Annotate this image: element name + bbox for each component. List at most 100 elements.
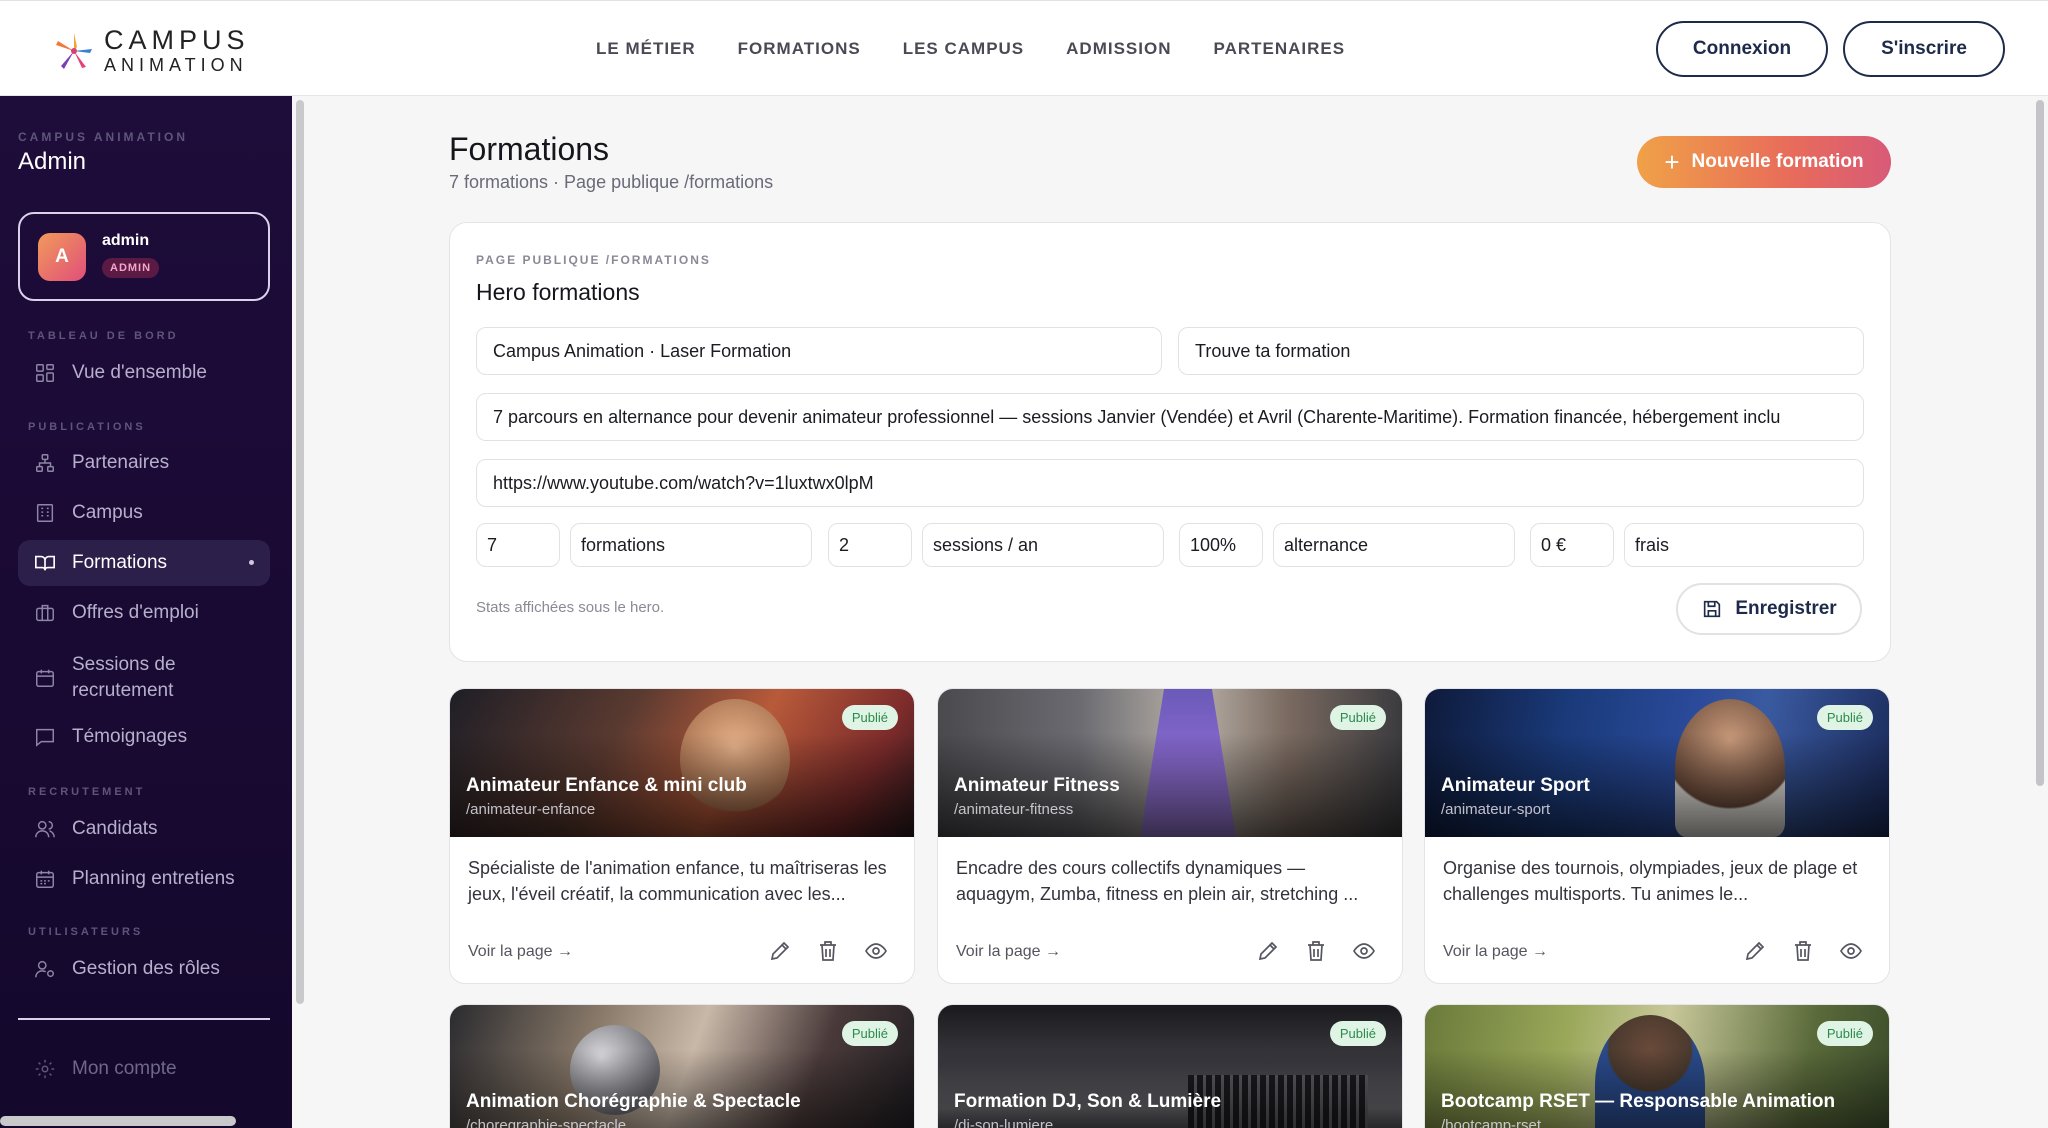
signup-button[interactable]: S'inscrire	[1843, 21, 2005, 77]
stat-4-label-input[interactable]: frais	[1624, 523, 1864, 567]
new-formation-button[interactable]: + Nouvelle formation	[1637, 136, 1891, 188]
sidebar-item-label: Formations	[72, 552, 168, 573]
hero-caption: PAGE PUBLIQUE /FORMATIONS	[476, 253, 711, 267]
sidebar-item-campus[interactable]: Campus	[18, 490, 270, 536]
gear-icon	[35, 1059, 55, 1079]
trash-icon[interactable]	[816, 939, 840, 963]
nav-link-formations[interactable]: FORMATIONS	[738, 39, 861, 59]
formation-title: Animateur Fitness	[954, 775, 1120, 796]
save-label: Enregistrer	[1735, 598, 1837, 619]
sidebar-scrollbar[interactable]	[296, 100, 304, 1004]
brand-logo[interactable]: CAMPUS ANIMATION	[52, 27, 250, 74]
formation-card[interactable]: Publié Animateur Sport /animateur-sport …	[1424, 688, 1890, 984]
formation-description: Encadre des cours collectifs dynamiques …	[956, 858, 1359, 904]
briefcase-icon	[36, 604, 54, 622]
horizontal-scrollbar[interactable]	[0, 1116, 236, 1126]
user-cog-icon	[35, 960, 54, 978]
login-button[interactable]: Connexion	[1656, 21, 1828, 77]
stats-note: Stats affichées sous le hero.	[476, 599, 665, 616]
stat-2-label-input[interactable]: sessions / an	[922, 523, 1164, 567]
description-input[interactable]: 7 parcours en alternance pour devenir an…	[476, 393, 1864, 441]
headline-input[interactable]: Trouve ta formation	[1178, 327, 1864, 375]
view-page-link[interactable]: Voir la page →	[1443, 943, 1548, 961]
formation-slug: /bootcamp-rset	[1441, 1117, 1542, 1128]
formation-title: Animateur Sport	[1441, 775, 1590, 796]
active-indicator	[249, 560, 254, 565]
sidebar-item-formations[interactable]: Formations	[18, 540, 270, 586]
eye-icon[interactable]	[864, 939, 888, 963]
card-actions	[768, 939, 888, 963]
brand-name-line2: ANIMATION	[104, 55, 248, 75]
sidebar-item-planning[interactable]: Planning entretiens	[18, 856, 270, 902]
section-publications: PUBLICATIONS	[28, 421, 146, 433]
pencil-icon[interactable]	[768, 939, 792, 963]
formation-title: Animation Chorégraphie & Spectacle	[466, 1091, 801, 1112]
formation-card[interactable]: Publié Bootcamp RSET — Responsable Anima…	[1424, 1004, 1890, 1128]
formation-title: Formation DJ, Son & Lumière	[954, 1091, 1222, 1112]
sidebar-item-label: Campus	[72, 502, 143, 523]
admin-sidebar: CAMPUS ANIMATION Admin A admin ADMIN TAB…	[0, 96, 292, 1128]
top-navbar: CAMPUS ANIMATION LE MÉTIER FORMATIONS LE…	[0, 0, 2048, 96]
sidebar-item-roles[interactable]: Gestion des rôles	[18, 946, 270, 992]
user-card[interactable]: A admin ADMIN	[18, 212, 270, 301]
main-scrollbar[interactable]	[2036, 100, 2044, 786]
formation-slug: /dj-son-lumiere	[954, 1117, 1054, 1128]
formation-slug: /animateur-sport	[1441, 801, 1551, 818]
nav-link-admission[interactable]: ADMISSION	[1066, 39, 1171, 59]
sidebar-item-label: Gestion des rôles	[72, 958, 220, 979]
sidebar-item-sessions[interactable]: Sessions de recrutement	[18, 646, 270, 710]
view-page-link[interactable]: Voir la page →	[468, 943, 573, 961]
eyebrow-input[interactable]: Campus Animation · Laser Formation	[476, 327, 1162, 375]
sidebar-item-account[interactable]: Mon compte	[18, 1046, 270, 1092]
section-users: UTILISATEURS	[28, 926, 144, 938]
sidebar-item-label: Mon compte	[72, 1058, 177, 1079]
sidebar-item-jobs[interactable]: Offres d'emploi	[18, 590, 270, 636]
section-recruitment: RECRUTEMENT	[28, 786, 146, 798]
formation-slug: /choregraphie-spectacle	[466, 1117, 627, 1128]
trash-icon[interactable]	[1304, 939, 1328, 963]
sidebar-item-partners[interactable]: Partenaires	[18, 440, 270, 486]
card-actions	[1256, 939, 1376, 963]
nav-link-partenaires[interactable]: PARTENAIRES	[1214, 39, 1346, 59]
hero-settings-card: PAGE PUBLIQUE /FORMATIONS Hero formation…	[449, 222, 1891, 662]
stat-1-label-input[interactable]: formations	[570, 523, 812, 567]
save-button[interactable]: Enregistrer	[1676, 583, 1862, 635]
stat-3-label-input[interactable]: alternance	[1273, 523, 1515, 567]
formation-card[interactable]: Publié Formation DJ, Son & Lumière /dj-s…	[937, 1004, 1403, 1128]
role-badge: ADMIN	[102, 258, 160, 278]
sidebar-item-label: Planning entretiens	[72, 868, 235, 889]
trash-icon[interactable]	[1791, 939, 1815, 963]
formation-card[interactable]: Publié Animation Chorégraphie & Spectacl…	[449, 1004, 915, 1128]
eye-icon[interactable]	[1839, 939, 1863, 963]
sidebar-item-testimonials[interactable]: Témoignages	[18, 714, 270, 760]
sidebar-item-label: Témoignages	[72, 726, 188, 747]
formation-title: Animateur Enfance & mini club	[466, 775, 747, 796]
sidebar-item-label: Partenaires	[72, 452, 170, 473]
message-icon	[36, 728, 54, 747]
formation-card[interactable]: Publié Animateur Fitness /animateur-fitn…	[937, 688, 1403, 984]
stat-2-value-input[interactable]: 2	[828, 523, 912, 567]
hero-title: Hero formations	[476, 279, 640, 305]
stat-3-value-input[interactable]: 100%	[1179, 523, 1263, 567]
formation-slug: /animateur-enfance	[466, 801, 596, 818]
users-icon	[35, 820, 55, 838]
status-badge: Publié	[841, 1021, 898, 1046]
brand-name-line1: CAMPUS	[104, 25, 250, 55]
sidebar-item-candidates[interactable]: Candidats	[18, 806, 270, 852]
eye-icon[interactable]	[1352, 939, 1376, 963]
save-icon	[1704, 600, 1721, 618]
pencil-icon[interactable]	[1256, 939, 1280, 963]
stat-1-value-input[interactable]: 7	[476, 523, 560, 567]
nav-link-metier[interactable]: LE MÉTIER	[596, 39, 696, 59]
pencil-icon[interactable]	[1743, 939, 1767, 963]
stat-4-value-input[interactable]: 0 €	[1530, 523, 1614, 567]
page-subtitle: 7 formations · Page publique /formations	[449, 172, 774, 192]
video-url-input[interactable]: https://www.youtube.com/watch?v=1luxtwx0…	[476, 459, 1864, 507]
sidebar-item-overview[interactable]: Vue d'ensemble	[18, 350, 270, 396]
view-page-link[interactable]: Voir la page →	[956, 943, 1061, 961]
formation-card[interactable]: Publié Animateur Enfance & mini club /an…	[449, 688, 915, 984]
sessions-label-line2: recrutement	[72, 680, 174, 701]
status-badge: Publié	[1816, 705, 1873, 730]
calendar-icon	[36, 669, 54, 687]
nav-link-campus[interactable]: LES CAMPUS	[903, 39, 1024, 59]
